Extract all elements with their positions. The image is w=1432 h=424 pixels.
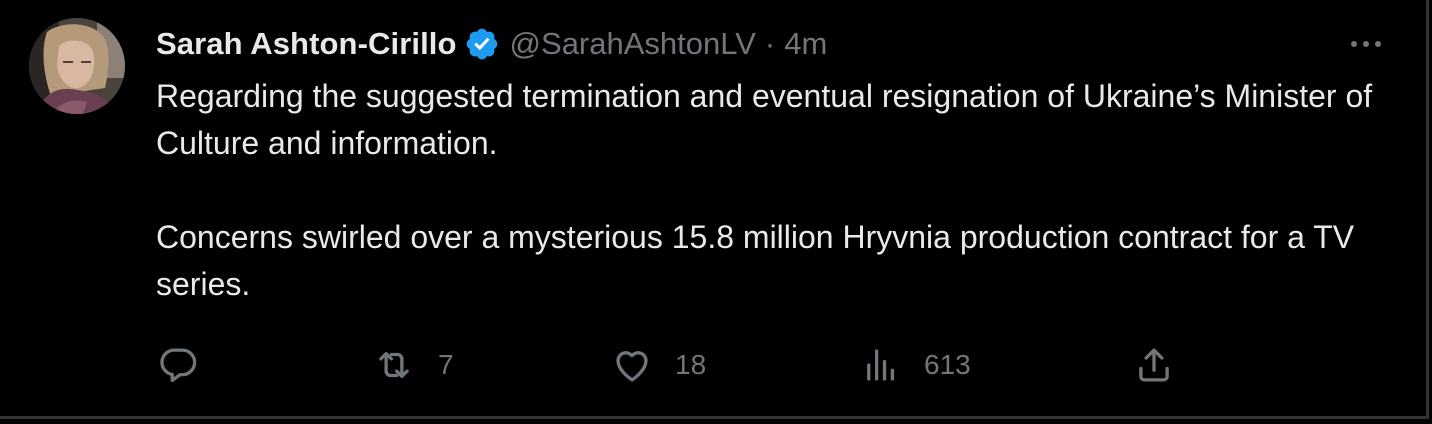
display-name[interactable]: Sarah Ashton-Cirillo bbox=[156, 26, 457, 62]
reply-button[interactable] bbox=[157, 340, 221, 390]
tweet-paragraph: Regarding the suggested termination and … bbox=[156, 78, 1373, 161]
avatar[interactable] bbox=[29, 18, 125, 114]
retweet-icon bbox=[379, 351, 409, 379]
retweet-count: 7 bbox=[438, 349, 454, 380]
tweet-text: Regarding the suggested termination and … bbox=[156, 73, 1396, 308]
tweet-card[interactable]: Sarah Ashton-Cirillo @SarahAshtonLV · 4m… bbox=[0, 0, 1429, 419]
retweet-button[interactable]: 7 bbox=[372, 340, 454, 390]
verified-badge-icon[interactable] bbox=[464, 26, 500, 62]
reply-icon bbox=[160, 348, 197, 383]
tweet-paragraph: Concerns swirled over a mysterious 15.8 … bbox=[156, 219, 1355, 302]
share-button[interactable] bbox=[1133, 340, 1197, 390]
like-button[interactable]: 18 bbox=[611, 340, 706, 390]
avatar-image bbox=[29, 18, 125, 114]
views-button[interactable]: 613 bbox=[860, 340, 971, 390]
user-handle[interactable]: @SarahAshtonLV bbox=[510, 26, 756, 62]
more-options-button[interactable] bbox=[1344, 24, 1388, 64]
views-count: 613 bbox=[924, 349, 971, 380]
tweet-header: Sarah Ashton-Cirillo @SarahAshtonLV · 4m bbox=[156, 22, 827, 66]
share-icon bbox=[1139, 348, 1169, 382]
separator-dot: · bbox=[764, 26, 776, 61]
action-bar: 7 18 613 bbox=[0, 340, 1426, 390]
heart-icon bbox=[616, 351, 648, 382]
views-icon bbox=[867, 349, 895, 381]
like-count: 18 bbox=[675, 349, 707, 380]
timestamp[interactable]: 4m bbox=[784, 26, 827, 62]
more-dots-icon bbox=[1351, 41, 1381, 47]
